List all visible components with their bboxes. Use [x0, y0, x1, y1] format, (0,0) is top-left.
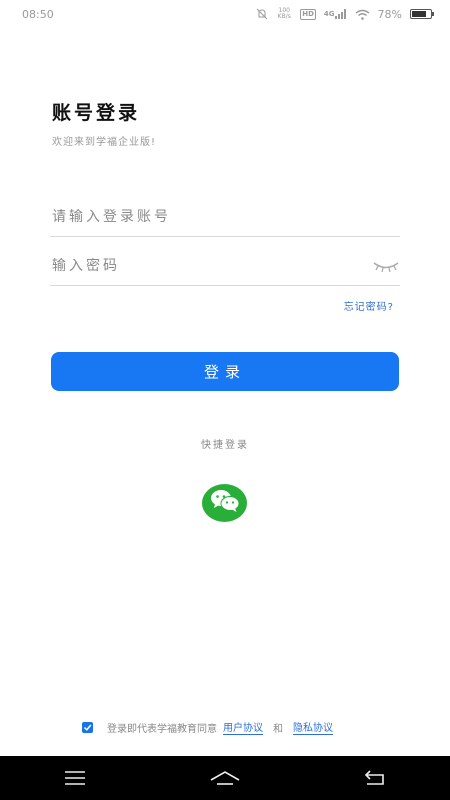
password-input[interactable]: [50, 257, 372, 274]
system-nav-bar: [0, 756, 450, 800]
forgot-password-link[interactable]: 忘记密码?: [344, 298, 394, 313]
agreement-and: 和: [273, 723, 283, 735]
network-type: 4G: [323, 10, 335, 18]
agreement-row: 登录即代表学福教育同意 用户协议 和 隐私协议: [82, 719, 339, 735]
account-input[interactable]: [50, 208, 400, 225]
privacy-policy-link[interactable]: 隐私协议: [293, 719, 333, 735]
home-icon[interactable]: [205, 763, 245, 793]
status-bar: 08:50 100 KB/s HD 4G 78%: [0, 0, 450, 28]
battery-icon: [410, 9, 434, 19]
notifications-off-icon: [256, 8, 268, 20]
network-speed: 100 KB/s: [277, 7, 291, 20]
user-agreement-link[interactable]: 用户协议: [223, 719, 263, 735]
back-icon[interactable]: [355, 763, 395, 793]
wechat-icon: [209, 488, 241, 518]
wifi-icon: [355, 9, 370, 20]
signal-icon: 4G: [324, 9, 347, 19]
status-time: 08:50: [22, 7, 54, 21]
battery-percent: 78%: [377, 7, 402, 21]
page-subtitle: 欢迎来到学福企业版!: [52, 137, 157, 148]
wechat-login-button[interactable]: [202, 484, 247, 522]
login-button[interactable]: 登录: [51, 352, 399, 391]
checkmark-icon: [83, 724, 92, 731]
menu-icon[interactable]: [55, 763, 95, 793]
page-title: 账号登录: [52, 102, 141, 124]
quick-login-label: 快捷登录: [201, 440, 249, 451]
account-field: [50, 197, 400, 237]
eye-closed-icon[interactable]: [372, 259, 400, 273]
agreement-prefix: 登录即代表学福教育同意: [107, 723, 217, 735]
hd-badge: HD: [300, 8, 316, 20]
agreement-checkbox[interactable]: [82, 721, 93, 733]
password-field: [50, 246, 400, 286]
status-icons: 100 KB/s HD 4G 78%: [256, 7, 434, 21]
battery-level: [412, 11, 427, 17]
